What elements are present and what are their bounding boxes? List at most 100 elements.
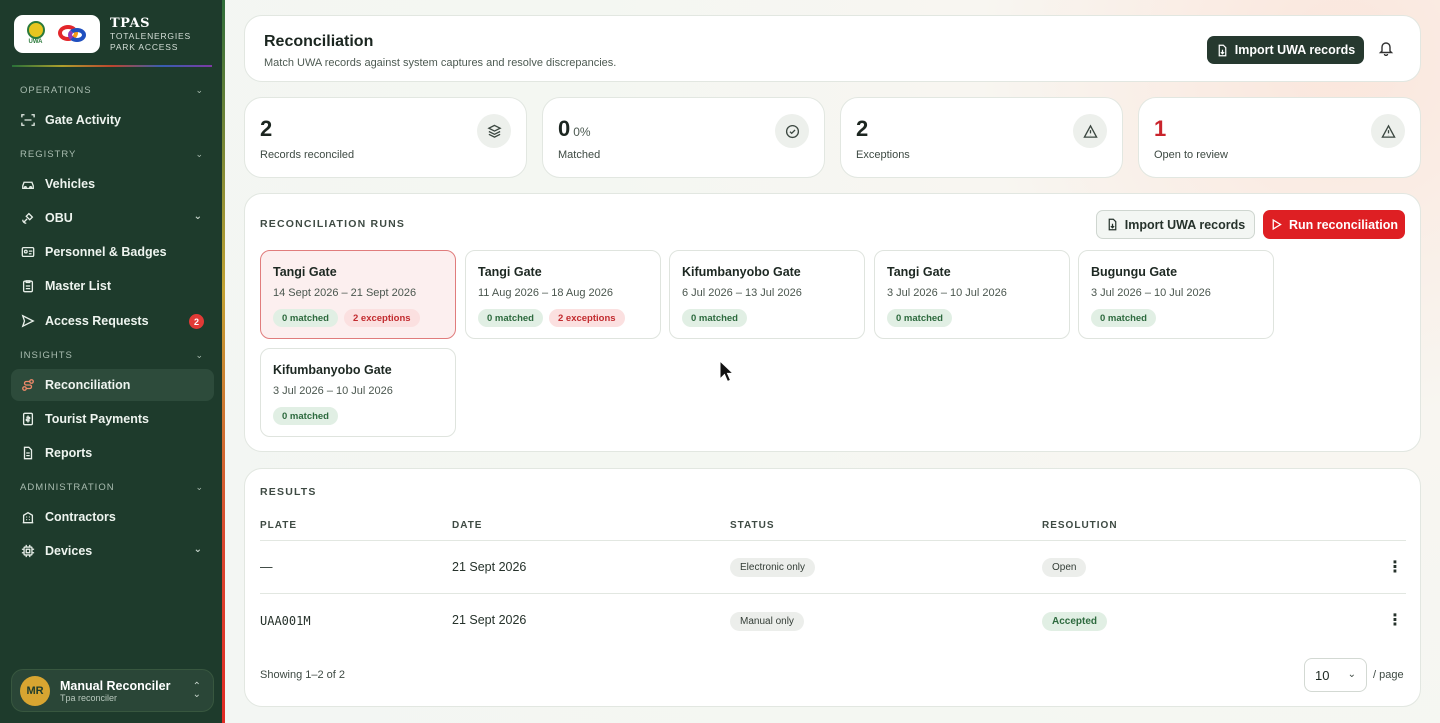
page-size-select[interactable]: 10 ⌄ <box>1304 658 1367 692</box>
section-administration-label: ADMINISTRATION <box>20 482 115 493</box>
user-role: Tpa reconciler <box>60 692 118 703</box>
chevron-down-icon: ⌄ <box>195 482 204 492</box>
chevron-down-icon: ⌄ <box>195 149 204 159</box>
run-card[interactable]: Tangi Gate 11 Aug 2026 – 18 Aug 2026 0 m… <box>465 250 661 339</box>
stat-exceptions: 2 Exceptions <box>840 97 1123 178</box>
sidebar: UWA TPAS TOTALENERGIES PARK ACCESS OPERA… <box>0 0 222 723</box>
chevron-down-icon: ⌄ <box>195 85 204 95</box>
matched-chip: 0 matched <box>887 309 952 327</box>
sidebar-item-label: Reports <box>45 446 93 460</box>
run-card[interactable]: Tangi Gate 14 Sept 2026 – 21 Sept 2026 0… <box>260 250 456 339</box>
section-operations[interactable]: OPERATIONS ⌄ <box>20 85 204 96</box>
brand-title: TPAS <box>110 15 150 31</box>
import-uwa-records-label: Import UWA records <box>1234 43 1356 57</box>
run-reconciliation-button[interactable]: Run reconciliation <box>1263 210 1405 239</box>
sidebar-item-tourist-payments[interactable]: Tourist Payments <box>11 403 214 435</box>
more-vertical-icon[interactable]: ⋮ <box>1387 557 1403 577</box>
brand[interactable]: UWA TPAS TOTALENERGIES PARK ACCESS <box>14 15 191 53</box>
section-registry[interactable]: REGISTRY ⌄ <box>20 149 204 160</box>
route-icon <box>21 378 35 392</box>
car-icon <box>21 177 35 191</box>
run-dates: 11 Aug 2026 – 18 Aug 2026 <box>478 287 613 299</box>
stat-label: Open to review <box>1154 149 1228 161</box>
sidebar-item-vehicles[interactable]: Vehicles <box>11 168 214 200</box>
sidebar-item-reconciliation[interactable]: Reconciliation <box>11 369 214 401</box>
chevron-down-icon: ⌄ <box>193 211 202 222</box>
sidebar-item-access-requests[interactable]: Access Requests 2 <box>11 305 214 337</box>
run-card[interactable]: Tangi Gate 3 Jul 2026 – 10 Jul 2026 0 ma… <box>874 250 1070 339</box>
user-menu[interactable]: MR Manual Reconciler Tpa reconciler ⌃ ⌄ <box>11 669 214 712</box>
run-card[interactable]: Kifumbanyobo Gate 6 Jul 2026 – 13 Jul 20… <box>669 250 865 339</box>
id-card-icon <box>21 245 35 259</box>
bell-icon[interactable] <box>1378 40 1396 58</box>
sidebar-item-devices[interactable]: Devices ⌄ <box>11 535 214 567</box>
brand-subtitle-2: PARK ACCESS <box>110 41 179 52</box>
page-size-value: 10 <box>1315 667 1330 683</box>
sidebar-item-label: Access Requests <box>45 314 149 328</box>
column-header-status[interactable]: STATUS <box>730 520 775 531</box>
stat-open-to-review: 1 Open to review <box>1138 97 1421 178</box>
page-subtitle: Match UWA records against system capture… <box>264 57 617 69</box>
table-divider <box>260 540 1406 541</box>
import-uwa-records-button[interactable]: Import UWA records <box>1207 36 1364 64</box>
sidebar-item-label: Master List <box>45 279 111 293</box>
stat-value: 1 <box>1154 116 1167 141</box>
import-uwa-records-secondary-button[interactable]: Import UWA records <box>1096 210 1255 239</box>
sidebar-item-gate-activity[interactable]: Gate Activity <box>11 104 214 136</box>
section-insights[interactable]: INSIGHTS ⌄ <box>20 350 204 361</box>
uwa-logo-text: UWA <box>28 39 43 45</box>
sidebar-item-label: Gate Activity <box>45 113 121 127</box>
stat-matched: 0 0% Matched <box>542 97 825 178</box>
file-import-icon <box>1108 218 1117 231</box>
run-gate: Kifumbanyobo Gate <box>682 265 801 279</box>
run-gate: Tangi Gate <box>887 265 951 279</box>
stat-label: Exceptions <box>856 149 910 161</box>
page-header: Reconciliation Match UWA records against… <box>244 15 1421 82</box>
more-vertical-icon[interactable]: ⋮ <box>1387 610 1403 630</box>
plate-cell: UAA001M <box>260 614 311 628</box>
access-requests-count-badge: 2 <box>189 314 204 329</box>
file-icon <box>21 446 35 460</box>
run-dates: 3 Jul 2026 – 10 Jul 2026 <box>273 385 393 397</box>
chevron-down-icon: ⌄ <box>193 544 202 555</box>
sidebar-item-reports[interactable]: Reports <box>11 437 214 469</box>
section-registry-label: REGISTRY <box>20 149 77 160</box>
run-dates: 3 Jul 2026 – 10 Jul 2026 <box>1091 287 1211 299</box>
brand-subtitle-1: TOTALENERGIES <box>110 30 191 41</box>
section-operations-label: OPERATIONS <box>20 85 92 96</box>
stat-value: 0 0% <box>558 116 591 141</box>
run-gate: Tangi Gate <box>273 265 337 279</box>
cpu-icon <box>21 544 35 558</box>
chevrons-up-down-icon: ⌃ ⌄ <box>192 681 201 700</box>
sidebar-item-personnel-badges[interactable]: Personnel & Badges <box>11 236 214 268</box>
alert-triangle-icon <box>1371 114 1405 148</box>
alert-triangle-icon <box>1073 114 1107 148</box>
scan-icon <box>21 113 35 127</box>
per-page-label: / page <box>1373 669 1404 681</box>
check-circle-icon <box>775 114 809 148</box>
matched-chip: 0 matched <box>273 309 338 327</box>
stat-percentage: 0% <box>573 125 591 139</box>
layers-icon <box>477 114 511 148</box>
resolution-badge: Open <box>1042 558 1087 577</box>
column-header-date[interactable]: DATE <box>452 520 482 531</box>
column-header-plate[interactable]: PLATE <box>260 520 297 531</box>
column-header-resolution[interactable]: RESOLUTION <box>1042 520 1118 531</box>
run-card[interactable]: Bugungu Gate 3 Jul 2026 – 10 Jul 2026 0 … <box>1078 250 1274 339</box>
sidebar-item-obu[interactable]: OBU ⌄ <box>11 202 214 234</box>
table-divider <box>260 593 1406 594</box>
sidebar-item-label: Tourist Payments <box>45 412 149 426</box>
run-dates: 6 Jul 2026 – 13 Jul 2026 <box>682 287 802 299</box>
sidebar-item-contractors[interactable]: Contractors <box>11 501 214 533</box>
section-administration[interactable]: ADMINISTRATION ⌄ <box>20 482 204 493</box>
brand-divider <box>12 65 212 67</box>
sidebar-item-master-list[interactable]: Master List <box>11 270 214 302</box>
user-name: Manual Reconciler <box>60 678 171 693</box>
send-icon <box>21 314 35 328</box>
run-card[interactable]: Kifumbanyobo Gate 3 Jul 2026 – 10 Jul 20… <box>260 348 456 437</box>
clipboard-icon <box>21 279 35 293</box>
sidebar-item-label: OBU <box>45 211 73 225</box>
matched-chip: 0 matched <box>1091 309 1156 327</box>
results-panel: RESULTS PLATE DATE STATUS RESOLUTION — 2… <box>244 468 1421 707</box>
sidebar-item-label: Devices <box>45 544 93 558</box>
